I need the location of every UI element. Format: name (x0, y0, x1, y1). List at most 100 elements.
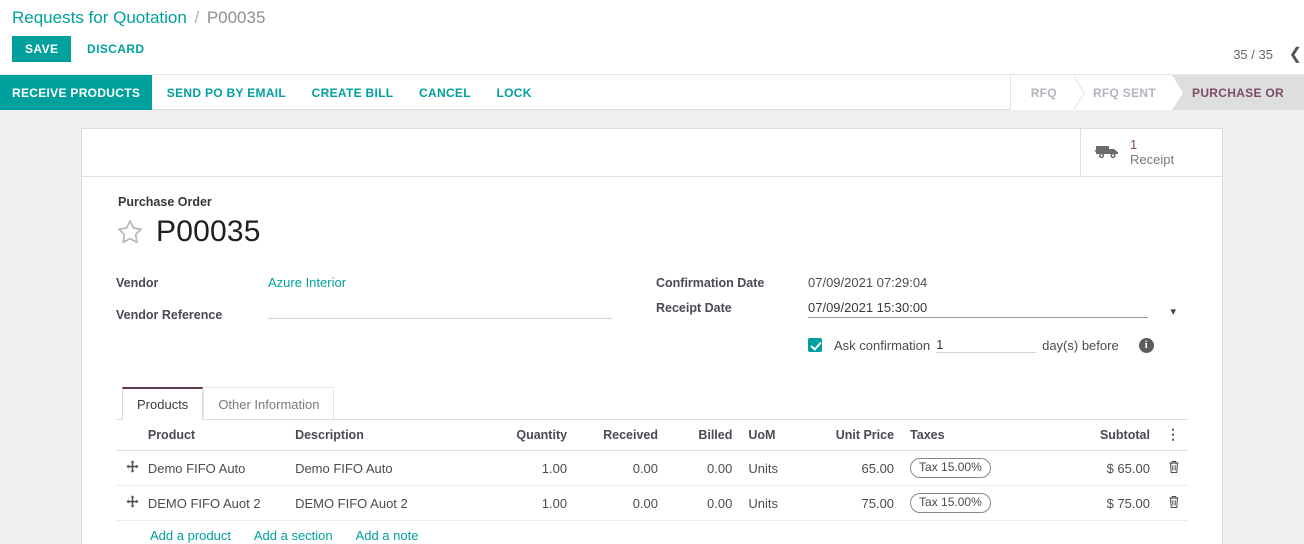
breadcrumb-current: P00035 (206, 8, 266, 27)
smart-button-receipt[interactable]: 1 Receipt (1080, 129, 1222, 176)
breadcrumb-separator: / (194, 8, 200, 27)
column-taxes: Taxes (902, 420, 1046, 451)
field-vendor-reference: Vendor Reference (116, 300, 656, 325)
cell-delete[interactable] (1157, 450, 1188, 486)
status-rfq-sent[interactable]: RFQ SENT (1072, 75, 1185, 110)
field-vendor-label: Vendor (116, 276, 159, 290)
field-vendor-value[interactable]: Azure Interior (268, 275, 346, 290)
cell-uom[interactable]: Units (740, 450, 801, 486)
status-rfq[interactable]: RFQ (1010, 75, 1085, 110)
cell-quantity[interactable]: 1.00 (486, 450, 576, 486)
control-panel-row: SAVE DISCARD 35 / 35 ❮ (0, 36, 1304, 74)
smart-button-count: 1 (1130, 136, 1138, 152)
info-icon[interactable]: i (1138, 337, 1154, 353)
ask-confirmation-checkbox[interactable] (808, 338, 822, 352)
cell-unit-price[interactable]: 75.00 (800, 485, 903, 521)
add-a-product-link[interactable]: Add a product (150, 528, 231, 543)
receive-products-button[interactable]: RECEIVE PRODUCTS (0, 75, 153, 110)
create-bill-button[interactable]: CREATE BILL (301, 75, 405, 110)
vertical-dots-icon[interactable]: ⋮ (1166, 426, 1180, 442)
column-subtotal: Subtotal (1045, 420, 1158, 451)
add-a-note-link[interactable]: Add a note (356, 528, 419, 543)
form-subtitle: Purchase Order (118, 195, 212, 209)
pager-count: 35 / 35 (1233, 47, 1273, 62)
status-chevron-tail (1072, 75, 1084, 110)
cell-quantity[interactable]: 1.00 (486, 485, 576, 521)
row-drag-handle[interactable] (116, 485, 140, 521)
form-sheet: 1 Receipt Purchase Order P00035 Vendor A… (81, 128, 1223, 544)
breadcrumb: Requests for Quotation / P00035 (0, 0, 1304, 36)
form-right-column: Confirmation Date 07/09/2021 07:29:04 Re… (656, 275, 1176, 353)
status-rfq-sent-label: RFQ SENT (1092, 85, 1157, 100)
field-receipt-date: Receipt Date 07/09/2021 15:30:00 ▾ (656, 300, 1176, 325)
trash-icon[interactable] (1168, 495, 1180, 512)
column-quantity: Quantity (486, 420, 576, 451)
column-billed: Billed (666, 420, 741, 451)
breadcrumb-parent-link[interactable]: Requests for Quotation (12, 8, 187, 27)
form-left-column: Vendor Azure Interior Vendor Reference (116, 275, 656, 353)
cell-subtotal: $ 65.00 (1045, 450, 1158, 486)
cell-delete[interactable] (1157, 485, 1188, 521)
pager-previous-icon[interactable]: ❮ (1287, 46, 1304, 63)
add-a-section-link[interactable]: Add a section (254, 528, 333, 543)
lock-button[interactable]: LOCK (485, 75, 542, 110)
field-confirmation-date: Confirmation Date 07/09/2021 07:29:04 (656, 275, 1176, 300)
field-confirmation-date-label: Confirmation Date (656, 276, 765, 290)
cell-received[interactable]: 0.00 (575, 450, 667, 486)
discard-button[interactable]: DISCARD (75, 36, 156, 62)
form-fields: Vendor Azure Interior Vendor Reference C… (116, 275, 1188, 353)
cell-unit-price[interactable]: 65.00 (800, 450, 903, 486)
table-row[interactable]: DEMO FIFO Auot 2 DEMO FIFO Auot 2 1.00 0… (116, 485, 1188, 521)
cell-description[interactable]: DEMO FIFO Auot 2 (287, 485, 487, 521)
vendor-reference-input[interactable] (268, 300, 612, 319)
column-options-toggle[interactable]: ⋮ (1157, 420, 1188, 451)
field-vendor: Vendor Azure Interior (116, 275, 656, 300)
action-button-bar: RECEIVE PRODUCTS SEND PO BY EMAIL CREATE… (0, 74, 1304, 110)
notebook: Products Other Information Product Descr… (116, 387, 1188, 544)
table-row[interactable]: Demo FIFO Auto Demo FIFO Auto 1.00 0.00 … (116, 450, 1188, 486)
drag-handle-icon[interactable] (126, 460, 140, 476)
status-purchase-order[interactable]: PURCHASE OR (1172, 75, 1304, 110)
status-purchase-order-label: PURCHASE OR (1192, 85, 1284, 100)
tab-products[interactable]: Products (122, 387, 204, 420)
cell-billed[interactable]: 0.00 (666, 450, 741, 486)
title-row: P00035 (116, 215, 1188, 249)
cell-taxes[interactable]: Tax 15.00% (902, 450, 1046, 486)
send-po-by-email-button[interactable]: SEND PO BY EMAIL (156, 75, 297, 110)
tax-badge: Tax 15.00% (910, 458, 991, 478)
chevron-down-icon[interactable]: ▾ (1164, 305, 1176, 318)
cell-subtotal: $ 75.00 (1045, 485, 1158, 521)
cell-description[interactable]: Demo FIFO Auto (287, 450, 487, 486)
drag-handle-icon[interactable] (126, 495, 140, 511)
field-confirmation-date-value: 07/09/2021 07:29:04 (808, 275, 928, 290)
receipt-date-input[interactable]: 07/09/2021 15:30:00 (808, 300, 1148, 318)
page-title: P00035 (156, 215, 261, 248)
form-page-background: 1 Receipt Purchase Order P00035 Vendor A… (0, 110, 1304, 544)
ask-confirmation-label: Ask confirmation (834, 337, 931, 353)
cancel-button[interactable]: CANCEL (408, 75, 482, 110)
cell-product[interactable]: Demo FIFO Auto (139, 450, 288, 486)
record-pager: 35 / 35 ❮ (1233, 44, 1304, 64)
tab-other-information[interactable]: Other Information (203, 387, 335, 420)
cell-billed[interactable]: 0.00 (666, 485, 741, 521)
cell-product[interactable]: DEMO FIFO Auot 2 (139, 485, 288, 521)
ask-confirmation-days-input[interactable]: 1 (936, 337, 1037, 353)
save-button[interactable]: SAVE (12, 36, 72, 62)
cell-received[interactable]: 0.00 (575, 485, 667, 521)
column-uom: UoM (740, 420, 801, 451)
cell-uom[interactable]: Units (740, 485, 801, 521)
status-rfq-label: RFQ (1030, 85, 1057, 100)
trash-icon[interactable] (1168, 460, 1180, 477)
column-description: Description (287, 420, 487, 451)
status-bar: RFQ RFQ SENT PURCHASE OR (1009, 75, 1304, 110)
tax-badge: Tax 15.00% (910, 493, 991, 513)
column-product: Product (139, 420, 288, 451)
row-drag-handle[interactable] (116, 450, 140, 486)
column-handle (116, 420, 140, 451)
cell-taxes[interactable]: Tax 15.00% (902, 485, 1046, 521)
field-vendor-reference-label: Vendor Reference (116, 308, 223, 322)
favorite-star-icon[interactable] (116, 218, 144, 246)
add-line-row: Add a product Add a section Add a note (116, 520, 1188, 544)
smart-button-label: Receipt (1130, 151, 1175, 167)
field-receipt-date-label: Receipt Date (656, 301, 732, 315)
